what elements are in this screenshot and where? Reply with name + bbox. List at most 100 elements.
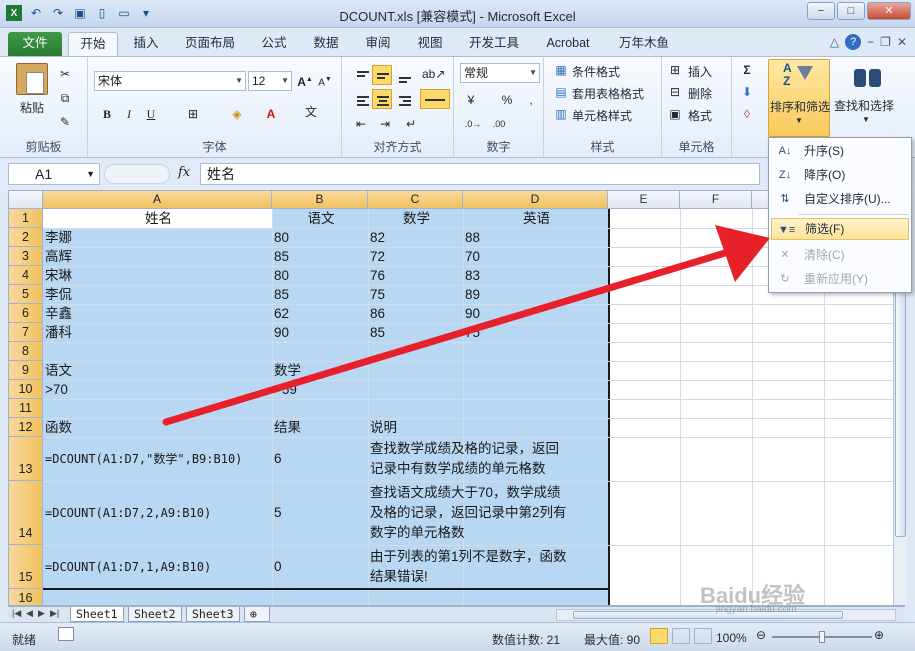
cell-c2[interactable]: 82	[368, 228, 463, 247]
cell-a12[interactable]: 函数	[43, 418, 272, 437]
fill-icon[interactable]: ⬇	[738, 83, 756, 101]
grow-font-icon[interactable]: A▲	[296, 71, 314, 89]
cell-b12[interactable]: 结果	[272, 418, 368, 437]
cell-c13-line1[interactable]: 查找数学成绩及格的记录，返回	[368, 439, 608, 459]
tab-acrobat[interactable]: Acrobat	[538, 32, 598, 56]
format-button[interactable]: 格式	[688, 107, 712, 124]
format-painter-icon[interactable]: ✎	[56, 113, 74, 131]
cell-a5[interactable]: 李侃	[43, 285, 272, 304]
normal-view-icon[interactable]	[650, 628, 668, 644]
column-header-b[interactable]: B	[272, 191, 368, 209]
workbook-restore-icon[interactable]: ❐	[880, 35, 891, 49]
row-header-7[interactable]: 7	[9, 323, 43, 342]
cell-a15[interactable]: =DCOUNT(A1:D7,1,A9:B10)	[43, 545, 272, 589]
row-header-12[interactable]: 12	[9, 418, 43, 437]
column-header-a[interactable]: A	[43, 191, 272, 209]
sheet-tab-sheet3[interactable]: Sheet3	[186, 607, 240, 622]
cell-b2[interactable]: 80	[272, 228, 368, 247]
tab-data[interactable]: 数据	[306, 32, 346, 56]
align-left-icon[interactable]	[352, 89, 372, 109]
paste-button[interactable]: 粘贴	[20, 99, 44, 116]
zoom-slider[interactable]	[772, 631, 872, 643]
cell-a2[interactable]: 李娜	[43, 228, 272, 247]
font-size-combo[interactable]: 12 ▼	[248, 71, 292, 91]
cell-a1[interactable]: 姓名	[43, 209, 272, 228]
cell-b1[interactable]: 语文	[272, 209, 368, 228]
sheet-tab-sheet2[interactable]: Sheet2	[128, 607, 182, 622]
wrap-text-icon[interactable]: ↵	[402, 115, 420, 133]
column-header-e[interactable]: E	[608, 191, 680, 209]
phonetic-guide-icon[interactable]: 文	[302, 103, 320, 121]
clear-icon[interactable]: ◊	[738, 105, 756, 123]
delete-button[interactable]: 删除	[688, 85, 712, 102]
border-icon[interactable]: ⊞	[184, 105, 202, 123]
cell-a10[interactable]: >70	[43, 380, 272, 399]
row-header-14[interactable]: 14	[9, 481, 43, 545]
close-button[interactable]: ✕	[867, 2, 911, 20]
font-name-combo[interactable]: 宋体 ▼	[94, 71, 246, 91]
sort-filter-button[interactable]: AZ 排序和筛选 ▼	[768, 59, 830, 137]
cell-d7[interactable]: 75	[463, 323, 608, 342]
cell-b15[interactable]: 0	[272, 545, 368, 589]
fill-color-icon[interactable]: ◈	[228, 105, 246, 123]
row-header-10[interactable]: 10	[9, 380, 43, 399]
tab-developer[interactable]: 开发工具	[462, 32, 526, 56]
tab-formulas[interactable]: 公式	[254, 32, 294, 56]
prev-sheet-icon[interactable]: ◀	[26, 608, 33, 619]
cell-d3[interactable]: 70	[463, 247, 608, 266]
column-header-d[interactable]: D	[463, 191, 608, 209]
macro-record-icon[interactable]	[58, 627, 74, 641]
cell-c15-line1[interactable]: 由于列表的第1列不是数字，函数	[368, 547, 608, 567]
menu-item-filter[interactable]: ▼≡ 筛选(F)	[771, 218, 909, 240]
cell-b6[interactable]: 62	[272, 304, 368, 323]
insert-button[interactable]: 插入	[688, 63, 712, 80]
cell-a14[interactable]: =DCOUNT(A1:D7,2,A9:B10)	[43, 481, 272, 545]
cell-d5[interactable]: 89	[463, 285, 608, 304]
cell-a7[interactable]: 潘科	[43, 323, 272, 342]
page-break-view-icon[interactable]	[694, 628, 712, 644]
font-color-icon[interactable]: A	[262, 105, 280, 123]
underline-button[interactable]: U	[142, 105, 160, 123]
cell-d4[interactable]: 83	[463, 266, 608, 285]
tab-file[interactable]: 文件	[8, 32, 62, 56]
cell-b14[interactable]: 5	[272, 481, 368, 545]
paste-icon[interactable]	[16, 63, 48, 95]
row-header-16[interactable]: 16	[9, 589, 43, 605]
cell-b4[interactable]: 80	[272, 266, 368, 285]
cell-b9[interactable]: 数学	[272, 361, 368, 380]
page-layout-view-icon[interactable]	[672, 628, 690, 644]
cell-c13-line2[interactable]: 记录中有数学成绩的单元格数	[368, 459, 608, 479]
cell-b5[interactable]: 85	[272, 285, 368, 304]
orientation-icon[interactable]: ab↗	[422, 65, 445, 83]
row-header-3[interactable]: 3	[9, 247, 43, 266]
tab-page-layout[interactable]: 页面布局	[178, 32, 242, 56]
tab-home[interactable]: 开始	[68, 32, 118, 56]
last-sheet-icon[interactable]: ▶|	[50, 608, 59, 619]
cell-b10[interactable]: >59	[272, 380, 368, 399]
cell-c7[interactable]: 85	[368, 323, 463, 342]
decrease-decimal-icon[interactable]: .00	[490, 115, 508, 133]
horizontal-scroll-thumb[interactable]	[573, 611, 843, 619]
insert-sheet-icon[interactable]: ⊕	[244, 607, 270, 622]
decrease-indent-icon[interactable]: ⇤	[352, 115, 370, 133]
help-icon[interactable]: ?	[845, 34, 862, 50]
cell-a6[interactable]: 辛鑫	[43, 304, 272, 323]
menu-item-sort-descending[interactable]: Z↓ 降序(O)	[771, 164, 909, 186]
row-header-4[interactable]: 4	[9, 266, 43, 285]
cell-c14-line2[interactable]: 及格的记录，返回记录中第2列有	[368, 503, 608, 523]
cell-d2[interactable]: 88	[463, 228, 608, 247]
shrink-font-icon[interactable]: A▼	[316, 71, 334, 89]
formula-input[interactable]: 姓名	[200, 163, 760, 185]
name-box[interactable]: A1 ▼	[8, 163, 100, 185]
align-center-icon[interactable]	[372, 89, 392, 109]
find-select-button[interactable]: 查找和选择 ▼	[834, 59, 904, 137]
cell-c12[interactable]: 说明	[368, 418, 463, 437]
cell-c3[interactable]: 72	[368, 247, 463, 266]
tab-custom[interactable]: 万年木鱼	[612, 32, 676, 56]
sheet-tab-sheet1[interactable]: Sheet1	[70, 607, 124, 622]
currency-icon[interactable]: ¥	[462, 91, 480, 109]
workbook-close-icon[interactable]: ✕	[897, 35, 907, 49]
tab-review[interactable]: 审阅	[358, 32, 398, 56]
align-right-icon[interactable]	[394, 89, 414, 109]
number-format-combo[interactable]: 常规 ▼	[460, 63, 540, 83]
